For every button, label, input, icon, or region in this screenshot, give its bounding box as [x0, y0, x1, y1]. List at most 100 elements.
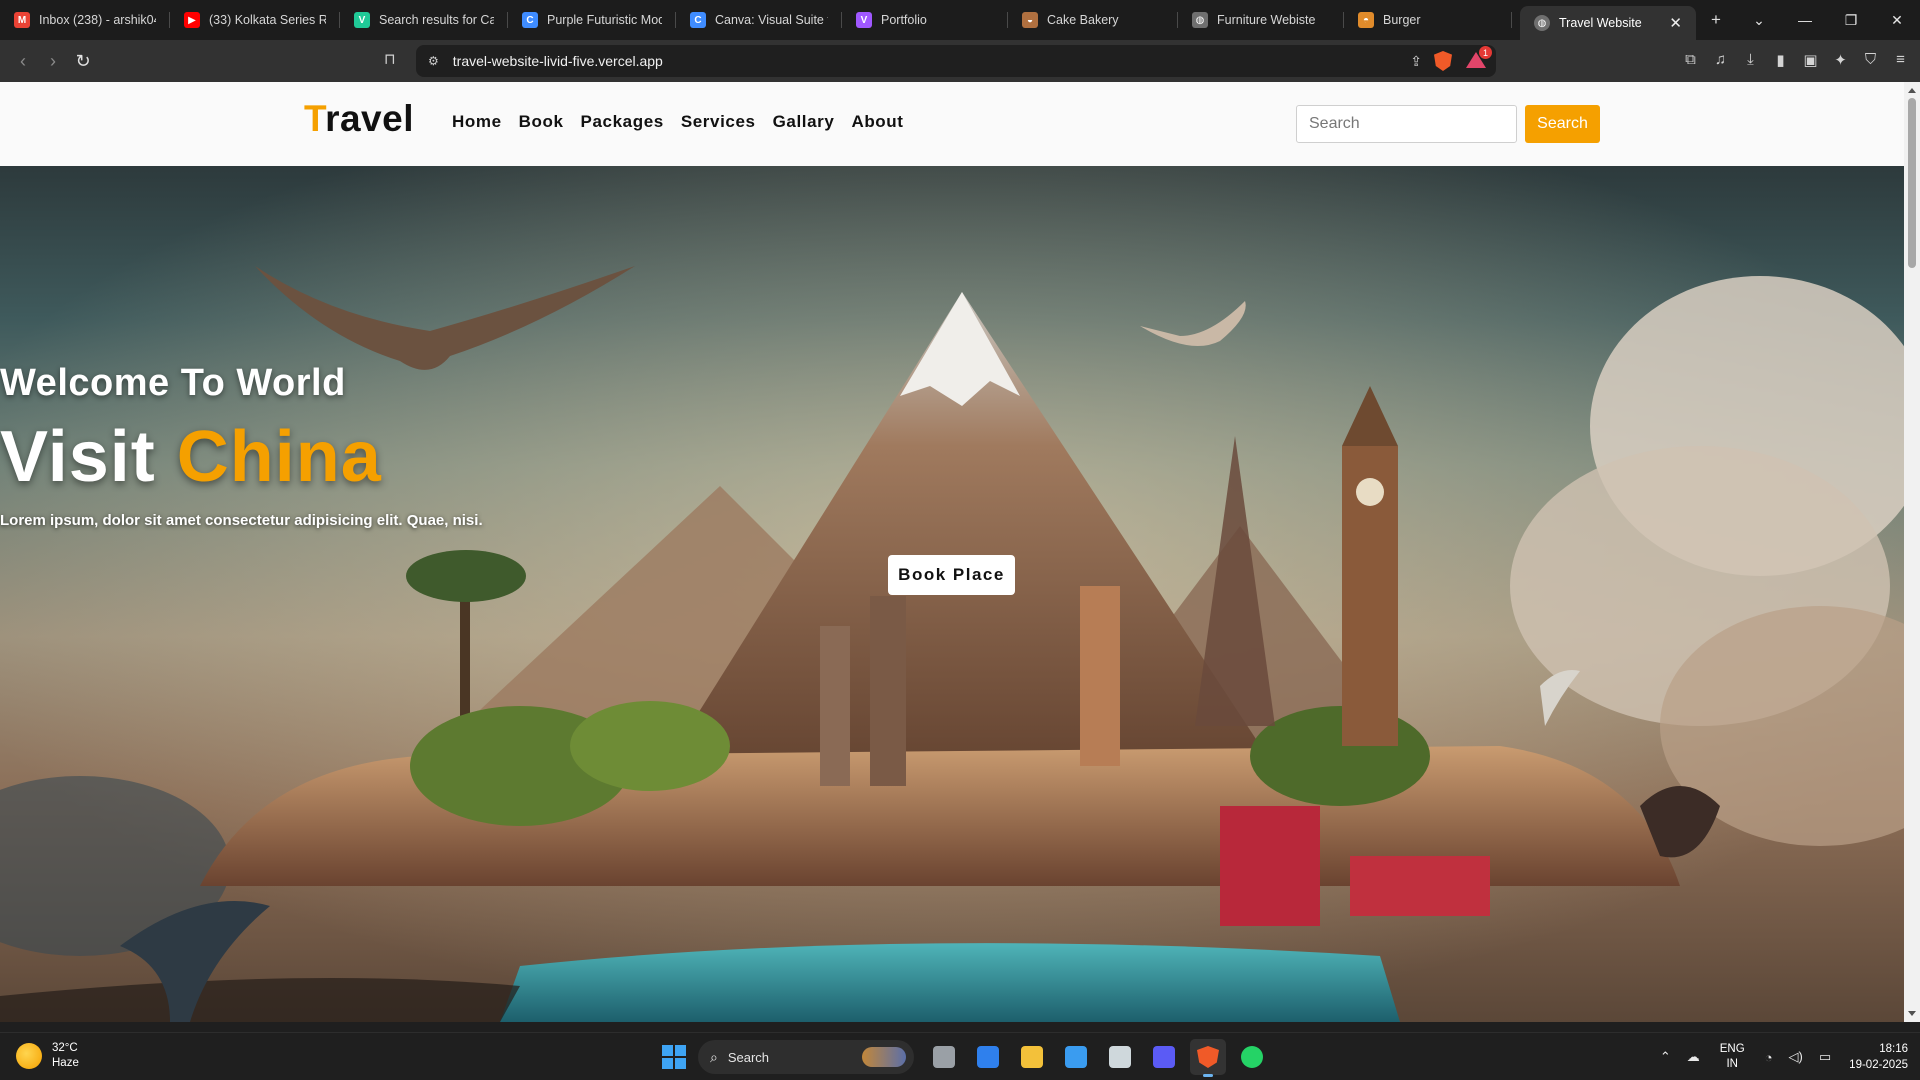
- tab-title: Search results for Can: [379, 13, 494, 27]
- tab-title: Travel Website: [1559, 16, 1642, 30]
- browser-tab[interactable]: M Inbox (238) - arshik04: [0, 0, 170, 40]
- nav-link-packages[interactable]: Packages: [581, 112, 664, 132]
- vpn-icon[interactable]: ⛉: [1861, 51, 1880, 69]
- brave-browser-icon[interactable]: [1190, 1039, 1226, 1077]
- menu-icon[interactable]: ≡: [1891, 51, 1910, 69]
- tab-title: Furniture Webiste: [1217, 13, 1316, 27]
- globe-icon: ◍: [1534, 15, 1550, 31]
- search-highlight-icon: [862, 1047, 906, 1067]
- browser-tab[interactable]: ▶ (33) Kolkata Series Re: [170, 0, 340, 40]
- tray-overflow-chevron-icon[interactable]: ⌃: [1660, 1049, 1671, 1065]
- browser-tab[interactable]: V Search results for Can: [340, 0, 508, 40]
- weather-temperature: 32°C: [52, 1042, 78, 1054]
- scroll-up-icon[interactable]: [1908, 88, 1916, 93]
- canva-icon: C: [690, 12, 706, 28]
- language-indicator[interactable]: ENG IN: [1720, 1042, 1745, 1072]
- page-scrollbar[interactable]: [1904, 82, 1920, 1022]
- tab-active[interactable]: ◍ Travel Website ✕: [1520, 6, 1696, 40]
- book-place-button[interactable]: Book Place: [888, 555, 1015, 595]
- window-controls: ⌄ — ❐ ✕: [1736, 12, 1920, 29]
- file-explorer-icon[interactable]: [1014, 1039, 1050, 1075]
- search-input[interactable]: [1296, 105, 1517, 143]
- clock-date: 19-02-2025: [1849, 1059, 1908, 1071]
- bookmark-icon[interactable]: ⊓: [384, 50, 396, 68]
- brave-shields-icon[interactable]: [1434, 51, 1452, 71]
- wifi-icon[interactable]: ◔: [1765, 1050, 1773, 1065]
- browser-tab[interactable]: ◓ Burger: [1344, 0, 1512, 40]
- taskbar-search-box[interactable]: ⌕ Search: [698, 1040, 914, 1074]
- downloads-icon[interactable]: ⤓: [1741, 51, 1760, 69]
- site-logo[interactable]: Travel: [304, 98, 414, 140]
- nav-link-home[interactable]: Home: [452, 112, 502, 132]
- clock-time: 18:16: [1879, 1043, 1908, 1055]
- site-header: Travel Home Book Packages Services Gallary Ab…: [0, 82, 1904, 166]
- brave-rewards-icon[interactable]: 1: [1466, 46, 1492, 70]
- battery-icon[interactable]: ▭: [1819, 1049, 1831, 1065]
- nav-link-book[interactable]: Book: [519, 112, 564, 132]
- code-editor-icon[interactable]: [1146, 1039, 1182, 1075]
- burger-icon: ◓: [1358, 12, 1374, 28]
- canva-icon: C: [522, 12, 538, 28]
- browser-tab[interactable]: V Portfolio: [842, 0, 1008, 40]
- clock[interactable]: 18:16 19-02-2025: [1849, 1041, 1908, 1073]
- scrollbar-thumb[interactable]: [1908, 98, 1916, 268]
- volume-icon[interactable]: ◁): [1789, 1049, 1803, 1065]
- browser-toolbar: ‹ › ↻ ⊓ ⚙ travel-website-livid-five.verc…: [0, 40, 1920, 82]
- vscode-icon[interactable]: [970, 1039, 1006, 1075]
- tab-title: Inbox (238) - arshik04: [39, 13, 156, 27]
- task-view-icon[interactable]: [926, 1039, 962, 1075]
- tab-title: Portfolio: [881, 13, 927, 27]
- browser-tab[interactable]: C Purple Futuristic Mod: [508, 0, 676, 40]
- tab-list: M Inbox (238) - arshik04 ▶ (33) Kolkata Ser…: [0, 0, 1512, 40]
- reload-icon[interactable]: ↻: [68, 51, 98, 72]
- system-tray: ⌃ ☁ ENG IN ◔ ◁) ▭ 18:16 19-02-2025: [1652, 1041, 1908, 1073]
- tab-search-chevron-icon[interactable]: ⌄: [1736, 12, 1782, 29]
- windows-taskbar: 32°C Haze ⌕ Search ⌃ ☁ ENG IN ◔ ◁) ▭ 18:…: [0, 1032, 1920, 1080]
- extensions-icon[interactable]: ⧉: [1681, 51, 1700, 69]
- scroll-down-icon[interactable]: [1908, 1011, 1916, 1016]
- logo-rest: ravel: [325, 98, 414, 139]
- wallet-icon[interactable]: ▣: [1801, 51, 1820, 69]
- new-tab-button[interactable]: +: [1696, 10, 1736, 30]
- close-tab-icon[interactable]: ✕: [1659, 14, 1682, 32]
- taskbar-search-label: Search: [727, 1049, 770, 1065]
- search-button[interactable]: Search: [1525, 105, 1600, 143]
- vscode-icon-glyph: [977, 1046, 999, 1068]
- url-text[interactable]: travel-website-livid-five.vercel.app: [453, 53, 663, 69]
- sidebar-icon[interactable]: ▮: [1771, 51, 1790, 69]
- unity-icon[interactable]: [1102, 1039, 1138, 1075]
- whatsapp-icon[interactable]: [1234, 1039, 1270, 1075]
- cake-icon: ◒: [1022, 12, 1038, 28]
- minimize-icon[interactable]: —: [1782, 12, 1828, 29]
- nav-link-about[interactable]: About: [851, 112, 903, 132]
- site-info-icon[interactable]: ⚙: [428, 54, 439, 68]
- weather-widget[interactable]: 32°C Haze: [16, 1041, 79, 1071]
- nav-link-gallary[interactable]: Gallary: [773, 112, 835, 132]
- language-code: ENG: [1719, 1043, 1745, 1055]
- browser-tab[interactable]: C Canva: Visual Suite for: [676, 0, 842, 40]
- nav-link-services[interactable]: Services: [681, 112, 756, 132]
- file-explorer-icon-glyph: [1021, 1046, 1043, 1068]
- address-bar[interactable]: ⚙ travel-website-livid-five.vercel.app ⇪…: [416, 45, 1496, 77]
- back-icon[interactable]: ‹: [8, 51, 38, 72]
- restore-icon[interactable]: ❐: [1828, 12, 1874, 29]
- microsoft-store-icon[interactable]: [1058, 1039, 1094, 1075]
- microsoft-store-icon-glyph: [1065, 1046, 1087, 1068]
- browser-tab[interactable]: ◒ Cake Bakery: [1008, 0, 1178, 40]
- browser-tab[interactable]: ◍ Furniture Webiste: [1178, 0, 1344, 40]
- weather-condition: Haze: [52, 1057, 79, 1069]
- hero-title-destination: China: [176, 417, 382, 497]
- windows-start-icon[interactable]: [662, 1045, 686, 1069]
- search-icon: ⌕: [710, 1048, 718, 1065]
- browser-tab-strip: M Inbox (238) - arshik04 ▶ (33) Kolkata Ser…: [0, 0, 1920, 40]
- weather-haze-icon: [16, 1043, 42, 1069]
- leo-ai-icon[interactable]: ✦: [1831, 51, 1850, 69]
- onedrive-offline-icon[interactable]: ☁: [1687, 1049, 1700, 1065]
- close-window-icon[interactable]: ✕: [1874, 12, 1920, 29]
- whatsapp-icon-glyph: [1241, 1046, 1263, 1068]
- forward-icon[interactable]: ›: [38, 51, 68, 72]
- vercel-v-icon: V: [354, 12, 370, 28]
- media-icon[interactable]: ♫: [1711, 51, 1730, 69]
- brave-browser-icon-glyph: [1197, 1046, 1219, 1068]
- share-icon[interactable]: ⇪: [1410, 53, 1422, 70]
